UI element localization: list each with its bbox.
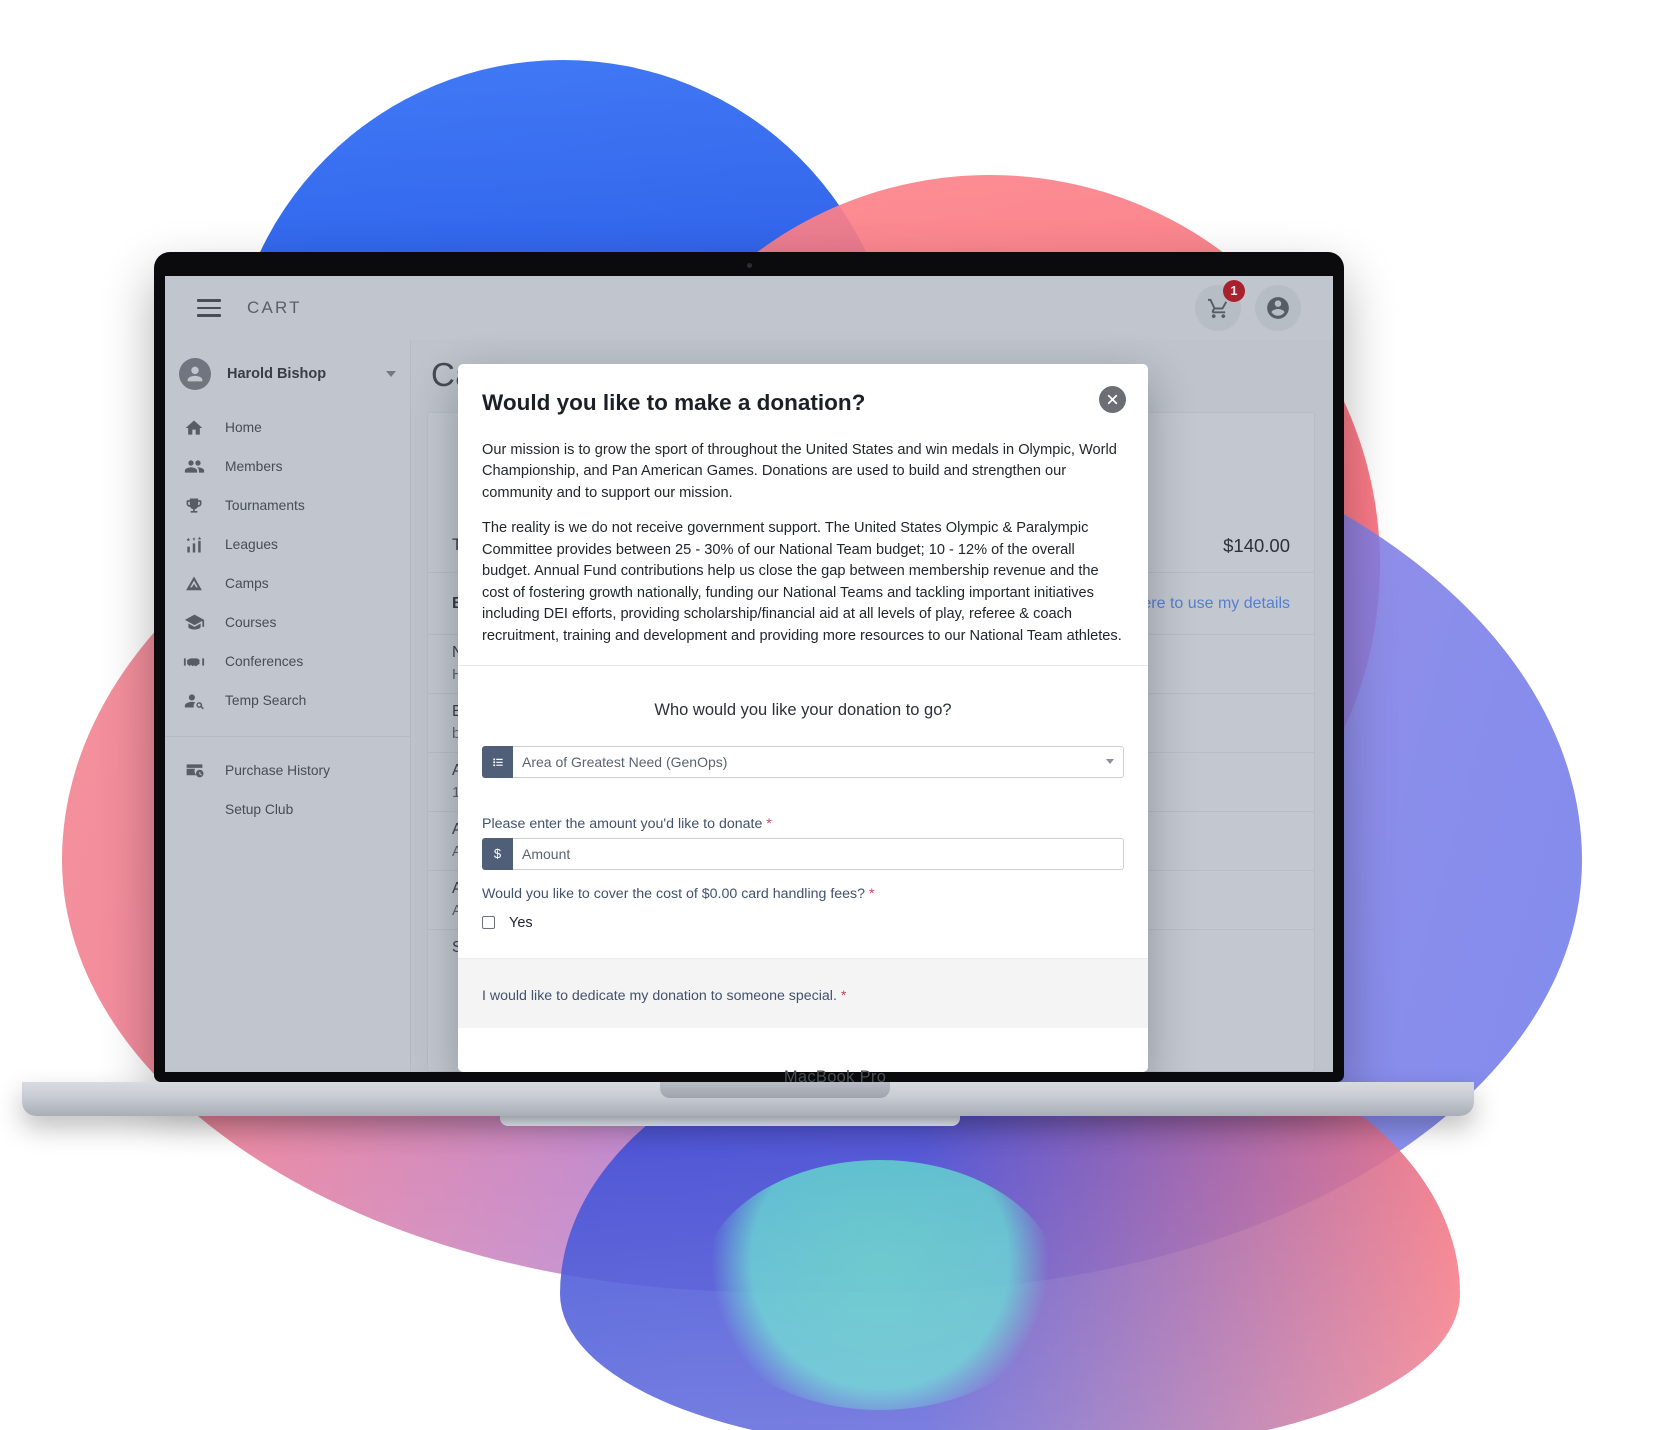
laptop-screen: CART 1 Harold Bishop Home Members Tourna… [165, 276, 1333, 1072]
laptop-foot [500, 1116, 960, 1126]
modal-title: Would you like to make a donation? [482, 390, 866, 415]
dedicate-donation-label: I would like to dedicate my donation to … [482, 987, 847, 1004]
modal-body: Our mission is to grow the sport of thro… [458, 440, 1148, 1028]
list-icon [482, 745, 513, 778]
handling-fees-checkbox[interactable] [482, 916, 495, 930]
recipient-select[interactable]: Area of Greatest Need (GenOps) [482, 745, 1124, 778]
laptop-mockup: CART 1 Harold Bishop Home Members Tourna… [0, 0, 1670, 1430]
chevron-down-icon [1106, 759, 1114, 765]
close-icon[interactable] [1099, 386, 1126, 413]
amount-input[interactable]: Amount [513, 837, 1124, 870]
modal-divider [458, 664, 1148, 666]
dollar-sign-icon: $ [482, 837, 513, 870]
dedicate-donation-panel: I would like to dedicate my donation to … [458, 957, 1148, 1028]
handling-fees-label: Would you like to cover the cost of $0.0… [482, 885, 875, 902]
screenshot-canvas: CART 1 Harold Bishop Home Members Tourna… [0, 0, 1670, 1430]
handling-fees-yes-row[interactable]: Yes [482, 915, 1124, 931]
recipient-select-value: Area of Greatest Need (GenOps) [522, 753, 728, 770]
webcam-dot [746, 263, 752, 268]
laptop-lid: CART 1 Harold Bishop Home Members Tourna… [154, 252, 1344, 1082]
donation-modal: Would you like to make a donation? Our m… [458, 364, 1148, 1072]
handling-fees-yes-label: Yes [509, 914, 533, 931]
recipient-select-box[interactable]: Area of Greatest Need (GenOps) [513, 745, 1124, 778]
mission-paragraph-1: Our mission is to grow the sport of thro… [482, 442, 1117, 501]
amount-label: Please enter the amount you'd like to do… [482, 815, 772, 832]
amount-input-group[interactable]: $ Amount [482, 837, 1124, 870]
recipient-question: Who would you like your donation to go? [654, 700, 952, 719]
mission-paragraph-2: The reality is we do not receive governm… [482, 520, 1122, 644]
device-label: MacBook Pro [783, 1068, 887, 1086]
amount-placeholder: Amount [522, 845, 571, 862]
